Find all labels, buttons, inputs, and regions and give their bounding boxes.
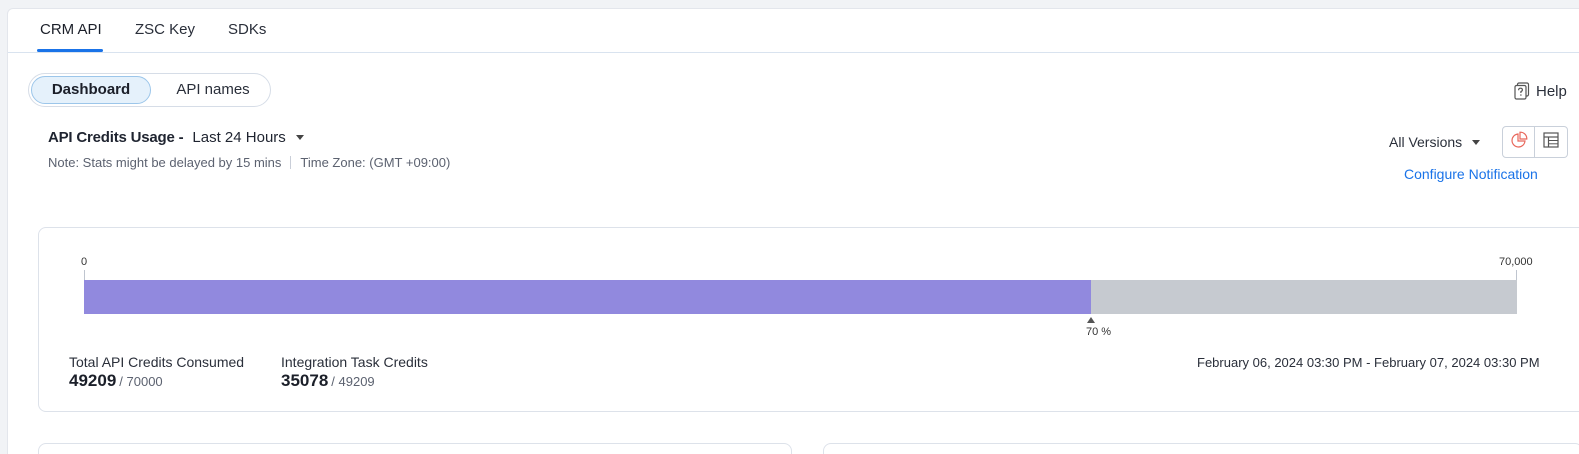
total-credits-value: 49209 xyxy=(69,371,117,390)
integration-credits-value: 35078 xyxy=(281,371,329,390)
stat-label: Total API Credits Consumed xyxy=(69,354,245,370)
chevron-down-icon xyxy=(295,135,304,140)
usage-title: API Credits Usage - xyxy=(48,129,184,146)
time-range-dropdown[interactable]: Last 24 Hours xyxy=(192,129,304,146)
versions-dropdown[interactable]: All Versions xyxy=(1389,134,1481,150)
usage-note: Note: Stats might be delayed by 15 mins … xyxy=(48,155,450,170)
active-tab-indicator xyxy=(37,49,103,52)
help-icon xyxy=(1514,82,1530,100)
chart-view-button[interactable] xyxy=(1502,126,1535,158)
credits-usage-card: 0 70,000 70 % Total API Credits Consumed… xyxy=(38,227,1579,412)
tab-sdks[interactable]: SDKs xyxy=(228,21,266,38)
timezone-label: Time Zone: (GMT +09:00) xyxy=(300,155,451,170)
total-credits-limit: / 70000 xyxy=(119,374,163,389)
usage-percent-label: 70 % xyxy=(1086,326,1112,338)
scale-min-label: 0 xyxy=(81,256,88,268)
api-names-pill[interactable]: API names xyxy=(159,76,267,104)
credits-progress-bar xyxy=(84,280,1517,314)
stat-value: 49209/ 70000 xyxy=(69,371,244,391)
stat-label: Integration Task Credits xyxy=(281,354,428,370)
view-switch: Dashboard API names xyxy=(28,73,271,107)
total-credits-stat: Total API Credits Consumed 49209/ 70000 xyxy=(69,354,244,391)
top-tab-bar: CRM API ZSC Key SDKs xyxy=(8,9,1579,53)
scale-max-label: 70,000 xyxy=(1499,256,1533,268)
scale-min-tick xyxy=(84,270,85,280)
versions-value: All Versions xyxy=(1389,134,1463,150)
usage-marker-icon xyxy=(1087,317,1095,323)
usage-header: API Credits Usage - Last 24 Hours xyxy=(48,129,304,146)
scale-max-tick xyxy=(1516,270,1517,280)
integration-credits-total: / 49209 xyxy=(331,374,375,389)
api-dashboard-page: CRM API ZSC Key SDKs Dashboard API names… xyxy=(7,8,1579,454)
view-toggle xyxy=(1502,126,1568,158)
help-button[interactable]: Help xyxy=(1514,81,1567,101)
chevron-down-icon xyxy=(1472,139,1481,145)
help-label: Help xyxy=(1536,82,1567,100)
divider xyxy=(290,156,292,169)
table-icon xyxy=(1542,131,1560,154)
pie-chart-icon xyxy=(1510,131,1528,154)
table-view-button[interactable] xyxy=(1535,126,1568,158)
dashboard-pill[interactable]: Dashboard xyxy=(31,76,151,104)
tab-zsc-key[interactable]: ZSC Key xyxy=(135,21,195,38)
delay-note: Note: Stats might be delayed by 15 mins xyxy=(48,155,282,170)
date-range: February 06, 2024 03:30 PM - February 07… xyxy=(1197,355,1540,370)
integration-credits-stat: Integration Task Credits 35078/ 49209 xyxy=(281,354,428,391)
lower-right-card xyxy=(823,443,1579,454)
stat-value: 35078/ 49209 xyxy=(281,371,428,391)
credits-progress-fill xyxy=(84,280,1091,314)
lower-left-card xyxy=(38,443,792,454)
time-range-value: Last 24 Hours xyxy=(192,129,286,146)
tab-crm-api[interactable]: CRM API xyxy=(40,21,102,38)
configure-notification-link[interactable]: Configure Notification xyxy=(1404,166,1538,182)
